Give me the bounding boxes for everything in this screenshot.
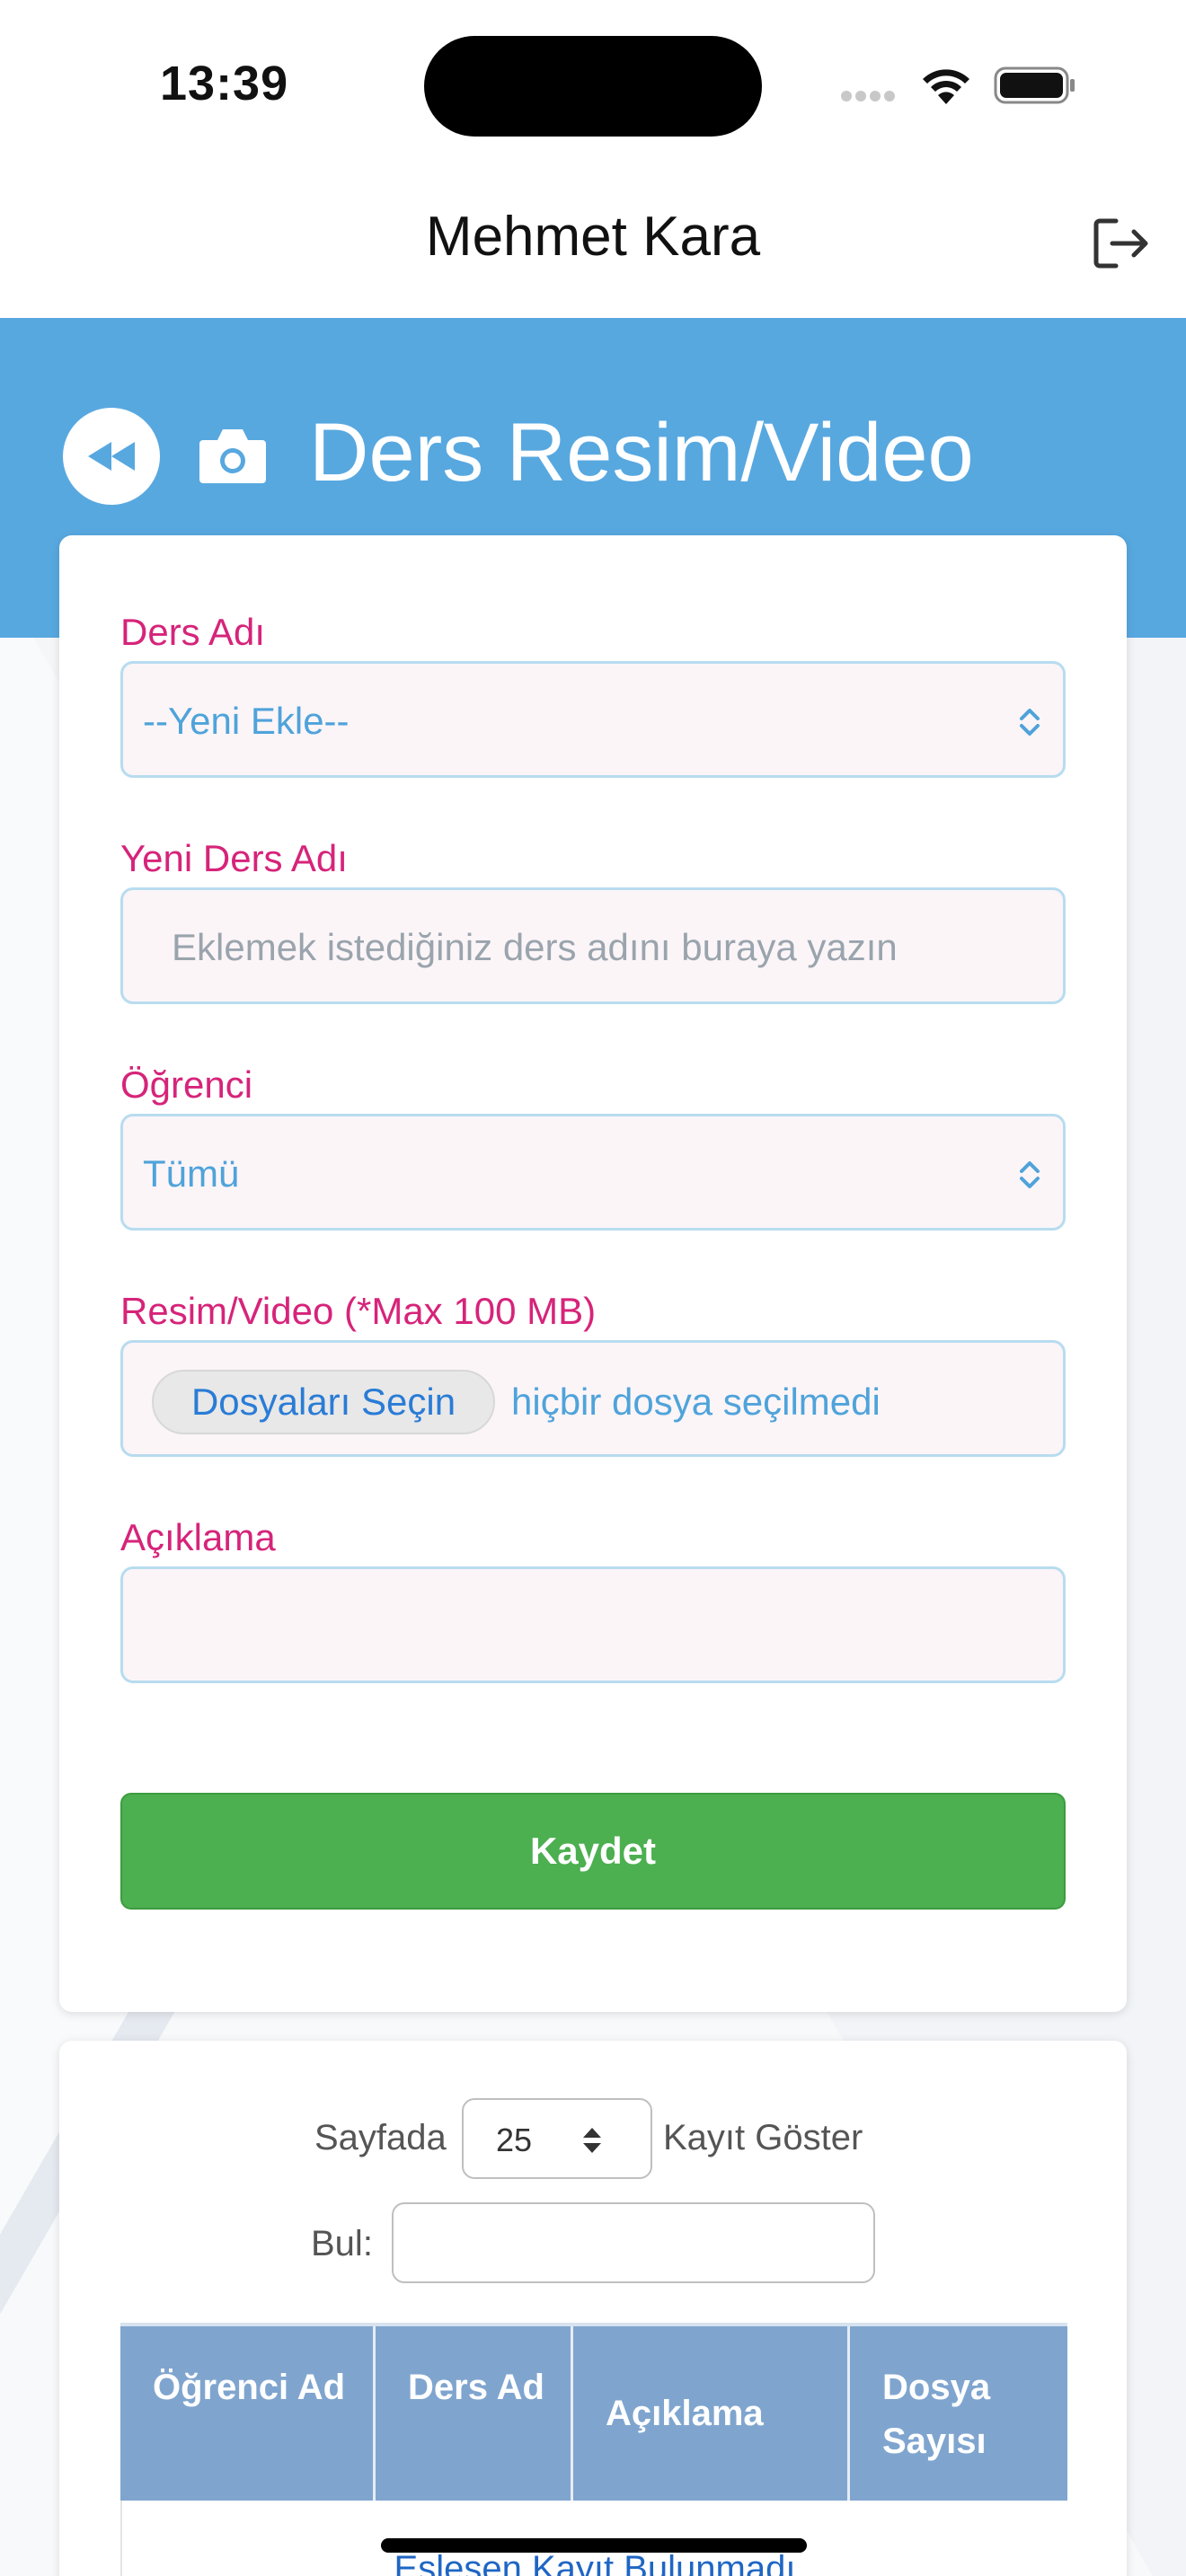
student-select[interactable]: Tümü bbox=[120, 1114, 1066, 1231]
sort-arrows-icon bbox=[583, 2128, 601, 2153]
page-length-select[interactable]: 25 bbox=[462, 2098, 652, 2179]
search-input[interactable] bbox=[392, 2202, 875, 2283]
new-course-label: Yeni Ders Adı bbox=[120, 837, 348, 879]
page-title: Ders Resim/Video bbox=[309, 407, 974, 498]
description-input[interactable] bbox=[120, 1566, 1066, 1683]
page-length-control: Sayfada 25 Kayıt Göster bbox=[0, 2098, 1186, 2181]
page-length-value: 25 bbox=[496, 2122, 533, 2158]
student-label: Öğrenci bbox=[120, 1063, 253, 1106]
battery-icon bbox=[994, 66, 1075, 104]
length-label-post: Kayıt Göster bbox=[663, 2118, 863, 2157]
wifi-icon bbox=[923, 69, 969, 104]
logout-icon[interactable] bbox=[1089, 212, 1152, 275]
column-header-description[interactable]: Açıklama bbox=[573, 2326, 850, 2501]
column-header-student[interactable]: Öğrenci Ad bbox=[120, 2326, 376, 2501]
student-select-value: Tümü bbox=[143, 1152, 240, 1195]
description-label: Açıklama bbox=[120, 1516, 276, 1558]
course-select[interactable]: --Yeni Ekle-- bbox=[120, 661, 1066, 778]
column-header-file-count[interactable]: Dosya Sayısı bbox=[850, 2326, 1067, 2501]
file-status-text: hiçbir dosya seçilmedi bbox=[511, 1381, 881, 1423]
media-file-input: Dosyaları Seçin hiçbir dosya seçilmedi bbox=[120, 1340, 1066, 1457]
course-select-value: --Yeni Ekle-- bbox=[143, 700, 350, 742]
status-bar: 13:39 bbox=[0, 0, 1186, 171]
choose-files-button[interactable]: Dosyaları Seçin bbox=[152, 1370, 495, 1434]
empty-table-message: Eşleşen Kayıt Bulunmadı bbox=[394, 2549, 796, 2576]
back-button[interactable] bbox=[63, 408, 160, 505]
search-label: Bul: bbox=[311, 2224, 373, 2263]
save-button[interactable]: Kaydet bbox=[120, 1793, 1066, 1910]
dynamic-island bbox=[424, 36, 762, 137]
status-time: 13:39 bbox=[160, 57, 289, 110]
length-label-pre: Sayfada bbox=[314, 2118, 447, 2157]
camera-icon bbox=[199, 429, 266, 483]
search-control: Bul: bbox=[0, 2202, 1186, 2285]
select-arrows-icon bbox=[1020, 1161, 1040, 1188]
cellular-signal-icon bbox=[841, 90, 900, 102]
media-label: Resim/Video (*Max 100 MB) bbox=[120, 1290, 597, 1332]
new-course-placeholder: Eklemek istediğiniz ders adını buraya ya… bbox=[172, 926, 898, 968]
new-course-input[interactable]: Eklemek istediğiniz ders adını buraya ya… bbox=[120, 887, 1066, 1004]
home-indicator bbox=[381, 2538, 807, 2553]
select-arrows-icon bbox=[1020, 709, 1040, 736]
rewind-icon bbox=[88, 442, 135, 471]
user-name-title: Mehmet Kara bbox=[425, 206, 761, 268]
column-header-course[interactable]: Ders Ad bbox=[376, 2326, 573, 2501]
course-label: Ders Adı bbox=[120, 611, 266, 653]
table-header: Öğrenci Ad Ders Ad Açıklama Dosya Sayısı bbox=[120, 2323, 1067, 2501]
